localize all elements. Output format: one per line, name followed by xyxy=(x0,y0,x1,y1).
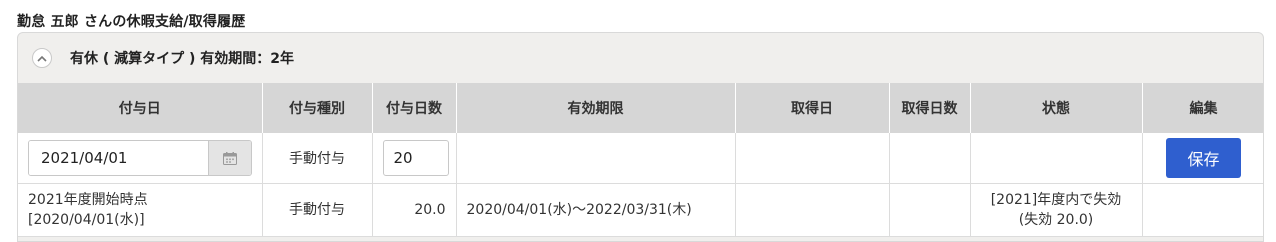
edit-row: 手動付与 保存 xyxy=(18,133,1263,184)
table-row: 2021年度開始時点 [2020/04/01(水)] 手動付与 20.0 202… xyxy=(18,183,1263,237)
status-line1: [2021]年度内で失効 xyxy=(990,192,1122,208)
grant-type-cell: 手動付与 xyxy=(262,183,373,237)
grant-days-cell: 20.0 xyxy=(372,183,457,237)
save-button[interactable]: 保存 xyxy=(1166,138,1241,178)
grant-date-line1: 2021年度開始時点 xyxy=(28,192,148,208)
grant-date-picker xyxy=(28,140,252,176)
taken-date-cell xyxy=(735,133,890,184)
column-header-taken-days: 取得日数 xyxy=(889,83,971,133)
grant-days-input[interactable] xyxy=(382,140,449,176)
valid-period-cell: 2020/04/01(水)～2022/03/31(木) xyxy=(456,183,736,237)
panel-heading: 有休 ( 減算タイプ ) 有効期間：2年 xyxy=(70,51,295,67)
column-header-valid-period: 有効期限 xyxy=(456,83,736,133)
leave-type-panel: 有休 ( 減算タイプ ) 有効期間：2年 付与日 付与種別 付与日数 有効期限 … xyxy=(17,32,1264,242)
taken-days-cell xyxy=(889,183,971,237)
page-title: 勤怠 五郎 さんの休暇支給/取得履歴 xyxy=(17,14,246,30)
status-cell: [2021]年度内で失効 (失効 20.0) xyxy=(970,183,1143,237)
calendar-icon[interactable] xyxy=(208,141,251,175)
chevron-up-icon[interactable] xyxy=(32,48,52,68)
edit-cell xyxy=(1142,183,1263,237)
edit-cell: 保存 xyxy=(1142,133,1263,184)
column-header-grant-type: 付与種別 xyxy=(262,83,373,133)
panel-header: 有休 ( 減算タイプ ) 有効期間：2年 xyxy=(18,33,1263,83)
column-header-edit: 編集 xyxy=(1142,83,1263,133)
history-table: 付与日 付与種別 付与日数 有効期限 取得日 取得日数 状態 編集 2021/0… xyxy=(18,83,1263,237)
status-cell xyxy=(970,133,1143,184)
grant-date-cell xyxy=(18,133,263,184)
valid-period-cell xyxy=(456,133,736,184)
grant-date-cell: 2021年度開始時点 [2020/04/01(水)] xyxy=(18,183,263,237)
column-header-grant-days: 付与日数 xyxy=(372,83,457,133)
grant-date-input[interactable] xyxy=(29,141,208,175)
taken-date-cell xyxy=(735,183,890,237)
column-header-status: 状態 xyxy=(970,83,1143,133)
grant-days-cell xyxy=(372,133,457,184)
table-header-row: 付与日 付与種別 付与日数 有効期限 取得日 取得日数 状態 編集 xyxy=(18,83,1263,133)
grant-type-cell: 手動付与 xyxy=(262,133,373,184)
status-line2: (失効 20.0) xyxy=(1018,212,1094,228)
grant-date-line2: [2020/04/01(水)] xyxy=(28,212,145,228)
column-header-taken-date: 取得日 xyxy=(735,83,890,133)
column-header-grant-date: 付与日 xyxy=(18,83,263,133)
taken-days-cell xyxy=(889,133,971,184)
